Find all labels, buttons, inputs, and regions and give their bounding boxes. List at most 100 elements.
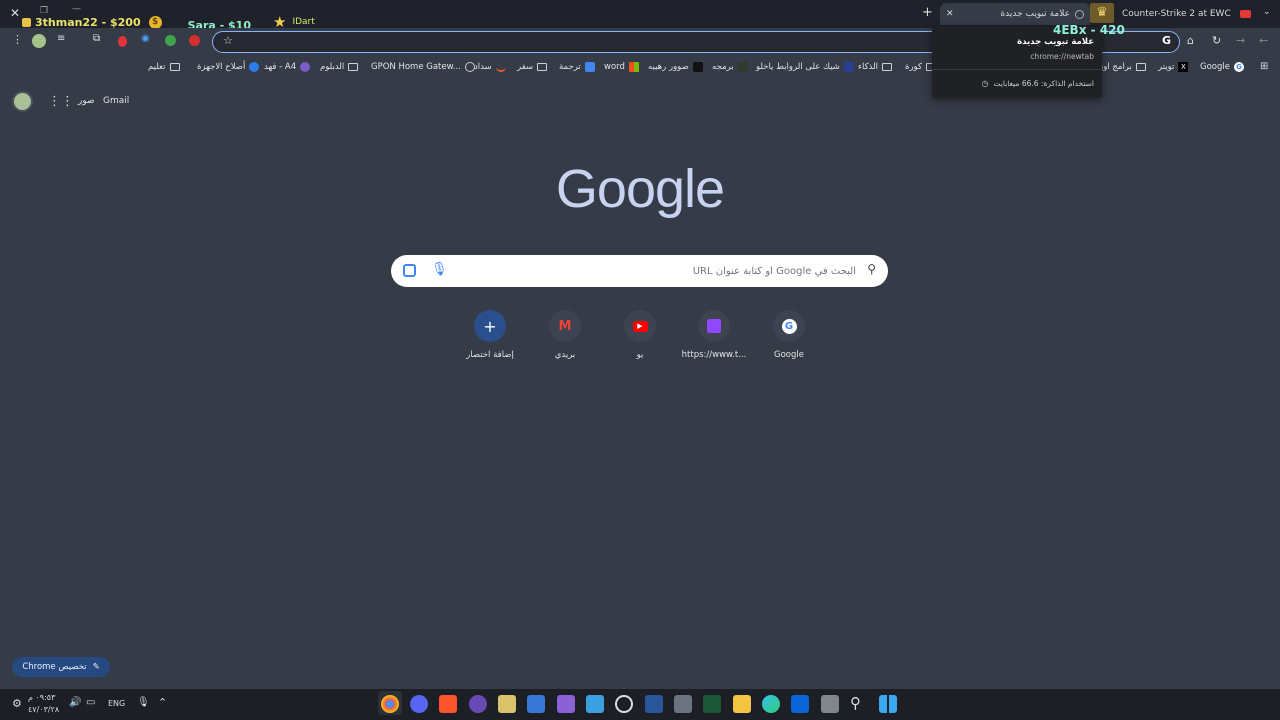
shortcut-gmail[interactable]: M بريدي — [530, 310, 600, 360]
customize-chrome-button[interactable]: تخصيص Chrome ✎ — [12, 657, 110, 677]
bookmark-label: صوور رهيبه — [648, 62, 689, 72]
tab-counter-strike[interactable]: Counter-Strike 2 at EWC 25 - D — [1116, 3, 1261, 25]
bookmark-programs[interactable]: برامج اون — [1097, 60, 1146, 74]
google-apps-icon[interactable]: ⋮⋮ — [48, 94, 74, 109]
tab-title: علامة تبويب جديدة — [1000, 9, 1070, 19]
word-icon[interactable] — [645, 695, 663, 713]
bookmark-education[interactable]: تعليم — [148, 60, 180, 74]
network-icon[interactable]: ▭ — [86, 697, 95, 708]
folder-icon — [1135, 63, 1146, 71]
discord-icon[interactable] — [410, 695, 428, 713]
memory-icon: ◷ — [981, 79, 989, 88]
new-tab-button[interactable]: + — [922, 5, 933, 20]
shield-icon — [843, 62, 854, 72]
bookmark-programming[interactable]: برمجه — [712, 60, 748, 74]
extension-signal-icon[interactable]: ◉ — [141, 33, 150, 44]
user-icon — [300, 62, 311, 72]
lens-icon[interactable] — [403, 264, 416, 277]
shortcut-label: https://www.t... — [681, 350, 747, 360]
extension-stop-icon[interactable] — [189, 35, 200, 46]
images-link[interactable]: صور — [78, 96, 95, 106]
excel-icon[interactable] — [703, 695, 721, 713]
file-explorer-icon[interactable] — [733, 695, 751, 713]
extensions-icon[interactable]: ⧉ — [93, 33, 100, 44]
plus-icon: + — [474, 310, 506, 342]
bookmark-diploma[interactable]: الدبلوم — [320, 60, 359, 74]
shortcut-twitch[interactable]: https://www.t... — [679, 310, 749, 360]
shortcut-label: يو — [636, 350, 644, 360]
reload-icon[interactable]: ↻ — [1212, 34, 1221, 47]
language-indicator[interactable]: ENG — [108, 699, 125, 708]
playlist-icon[interactable]: ≡ — [57, 33, 65, 44]
edge-icon[interactable] — [762, 695, 780, 713]
youtube-icon: ▶ — [624, 310, 656, 342]
voice-search-icon[interactable]: 🎙 — [431, 262, 448, 277]
shortcut-youtube[interactable]: ▶ يو — [605, 310, 675, 360]
shortcut-add[interactable]: + إضافة اختصار — [455, 310, 525, 360]
overlay-streamer-3: IDart — [292, 17, 315, 27]
calculator-icon[interactable] — [674, 695, 692, 713]
bookmark-label: Google — [1200, 62, 1230, 72]
start-windows-icon[interactable] — [879, 695, 897, 713]
bookmark-ai[interactable]: الذكاء — [858, 60, 893, 74]
bookmark-google[interactable]: Google G — [1200, 60, 1244, 74]
taskbar-time[interactable]: ٠٩:٥٣ م — [28, 693, 55, 702]
brave-icon[interactable] — [439, 695, 457, 713]
outlook-icon[interactable] — [791, 695, 809, 713]
code-icon — [737, 62, 748, 72]
shortcut-google[interactable]: G Google — [754, 310, 824, 360]
tool-icon — [249, 62, 260, 72]
tab-new-tab[interactable]: ✕ علامة تبويب جديدة — [940, 3, 1090, 25]
twitch-icon — [698, 310, 730, 342]
forward-icon[interactable]: → — [1236, 34, 1245, 47]
globe-icon — [464, 62, 475, 72]
bookmark-sadad[interactable]: سداد — [474, 60, 506, 74]
search-taskbar-icon[interactable]: ⚲ — [850, 694, 861, 712]
bookmark-link-check[interactable]: شيك على الروابط ياخلو — [756, 60, 854, 74]
coin-icon — [22, 17, 31, 27]
bookmark-translate[interactable]: ترجمة — [559, 60, 595, 74]
profile-avatar[interactable] — [32, 34, 46, 48]
bookmark-fahad[interactable]: فهد - A4 — [264, 60, 311, 74]
tab-search-icon[interactable]: ⌄ — [1263, 7, 1271, 17]
bookmark-label: word — [604, 62, 625, 72]
tools-app-icon[interactable] — [498, 695, 516, 713]
notepad-icon[interactable] — [586, 695, 604, 713]
translate-icon — [584, 62, 595, 72]
crown-icon: ♛ — [1090, 3, 1114, 23]
google-icon: G — [773, 310, 805, 342]
menu-icon[interactable]: ⋮ — [12, 33, 23, 46]
shortcut-label: بريدي — [554, 350, 576, 360]
microphone-icon[interactable]: 🎙 — [137, 697, 150, 708]
volume-icon[interactable]: 🔊 — [69, 697, 81, 708]
customize-label: تخصيص Chrome — [22, 662, 87, 672]
search-input[interactable] — [451, 261, 856, 281]
close-window-icon[interactable]: ✕ — [10, 6, 20, 20]
feather-app-icon[interactable] — [557, 695, 575, 713]
google-icon: G — [1233, 62, 1244, 72]
notifications-icon[interactable]: ⚙ — [12, 697, 22, 710]
bookmark-travel[interactable]: سفر — [517, 60, 548, 74]
home-icon[interactable]: ⌂ — [1187, 34, 1194, 47]
bookmark-repair[interactable]: أصلاح الاجهزة — [197, 60, 260, 74]
bookmark-images[interactable]: صوور رهيبه — [648, 60, 703, 74]
search-box[interactable]: 🎙 ⚲ — [391, 255, 888, 287]
tv-app-icon[interactable] — [469, 695, 487, 713]
tray-overflow-icon[interactable]: ⌃ — [158, 696, 167, 709]
clock-app-icon[interactable] — [615, 695, 633, 713]
taskbar-date[interactable]: ٤٧/٠٣/٢٨ — [28, 705, 59, 714]
extension-red-icon[interactable] — [118, 36, 127, 47]
tab-close-icon[interactable]: ✕ — [946, 9, 954, 19]
task-view-icon[interactable] — [821, 695, 839, 713]
bookmark-star-icon[interactable]: ☆ — [223, 34, 233, 47]
extension-green-icon[interactable] — [165, 35, 176, 46]
back-icon[interactable]: ← — [1259, 34, 1268, 47]
account-avatar[interactable] — [12, 91, 33, 112]
gmail-link[interactable]: Gmail — [103, 96, 129, 106]
store-icon[interactable] — [527, 695, 545, 713]
bookmark-twitter[interactable]: تويتر X — [1158, 60, 1189, 74]
bookmark-word[interactable]: word — [604, 60, 639, 74]
pencil-icon: ✎ — [92, 662, 100, 672]
bookmark-gpon[interactable]: GPON Home Gatew... — [371, 60, 475, 74]
apps-grid-icon[interactable]: ⊞ — [1260, 61, 1268, 72]
